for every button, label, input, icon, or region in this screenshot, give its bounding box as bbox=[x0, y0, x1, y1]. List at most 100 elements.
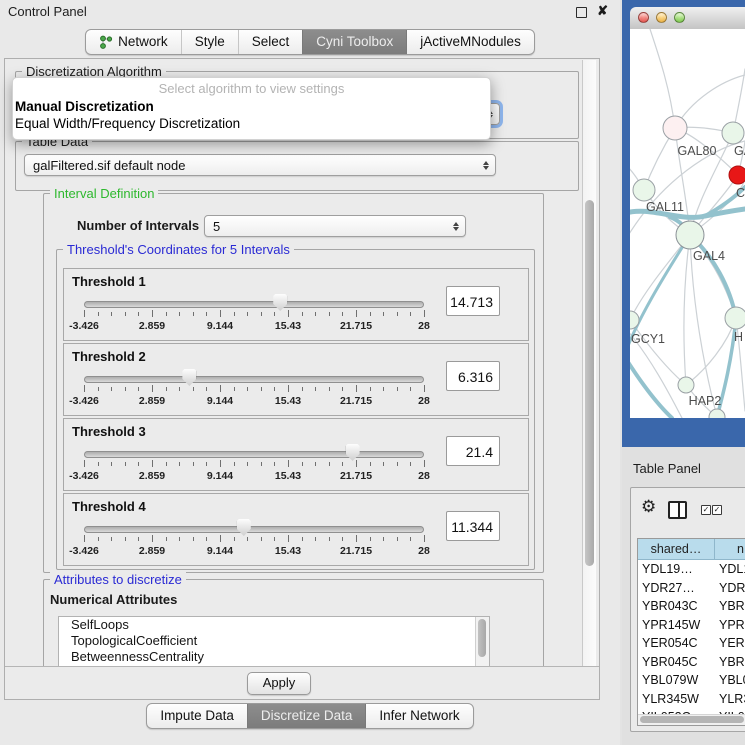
columns-icon[interactable] bbox=[668, 501, 687, 519]
threshold-1-slider[interactable]: -3.4262.8599.14415.4321.71528 bbox=[84, 293, 424, 337]
table-cell: YLR345W bbox=[638, 690, 714, 709]
table-cell: YBL079W bbox=[638, 671, 714, 690]
threshold-1-label: Threshold 1 bbox=[72, 274, 146, 289]
table-cell: YDR27… bbox=[638, 579, 714, 598]
panel-title: Control Panel bbox=[8, 4, 87, 19]
table-data-combobox[interactable]: galFiltered.sif default node bbox=[24, 154, 496, 176]
slider-thumb[interactable] bbox=[346, 444, 360, 461]
close-window-icon[interactable] bbox=[638, 12, 649, 23]
table-row[interactable]: YBL079WYBL0 bbox=[638, 671, 745, 690]
apply-button[interactable]: Apply bbox=[247, 672, 311, 695]
algorithm-option-manual[interactable]: Manual Discretization bbox=[13, 98, 490, 115]
table-row[interactable]: YPR145WYPR1 bbox=[638, 616, 745, 635]
slider-ticks bbox=[84, 310, 424, 319]
slider-tick-labels: -3.4262.8599.14415.4321.71528 bbox=[84, 470, 424, 482]
threshold-4-slider[interactable]: -3.4262.8599.14415.4321.71528 bbox=[84, 518, 424, 562]
scrollbar-thumb[interactable] bbox=[640, 716, 744, 723]
node-label: C bbox=[736, 186, 745, 200]
threshold-1-value-field[interactable]: 14.713 bbox=[446, 286, 500, 316]
chevron-updown-icon bbox=[483, 155, 489, 175]
table-cell: YDR2 bbox=[714, 579, 745, 598]
checkbox-icon[interactable]: ✓ bbox=[701, 505, 711, 515]
slider-rail bbox=[84, 376, 424, 383]
network-node[interactable] bbox=[722, 122, 744, 144]
zoom-window-icon[interactable] bbox=[674, 12, 685, 23]
scrollbar-thumb[interactable] bbox=[585, 200, 594, 566]
algorithm-placeholder-option: Select algorithm to view settings bbox=[13, 78, 490, 98]
table-row[interactable]: YDR27…YDR2 bbox=[638, 579, 745, 598]
algorithm-dropdown-popup: Select algorithm to view settings Manual… bbox=[12, 77, 491, 140]
network-node[interactable] bbox=[725, 307, 745, 329]
tab-jactivemnodules[interactable]: jActiveMNodules bbox=[406, 30, 534, 54]
slider-ticks bbox=[84, 535, 424, 544]
tab-style[interactable]: Style bbox=[181, 30, 238, 54]
tab-impute-data[interactable]: Impute Data bbox=[147, 704, 247, 728]
network-node[interactable] bbox=[676, 221, 704, 249]
threshold-3-slider[interactable]: -3.4262.8599.14415.4321.71528 bbox=[84, 443, 424, 487]
tab-cyni-toolbox[interactable]: Cyni Toolbox bbox=[302, 30, 406, 54]
network-node[interactable] bbox=[633, 179, 655, 201]
threshold-3-label: Threshold 3 bbox=[72, 424, 146, 439]
slider-tick-labels: -3.4262.8599.14415.4321.71528 bbox=[84, 320, 424, 332]
table-horizontal-scrollbar[interactable] bbox=[638, 714, 745, 725]
number-of-intervals-value: 5 bbox=[213, 219, 220, 234]
table-row[interactable]: YBR043CYBR0 bbox=[638, 597, 745, 616]
slider-thumb[interactable] bbox=[237, 519, 251, 536]
threshold-2-value-field[interactable]: 6.316 bbox=[446, 361, 500, 391]
attributes-group-title: Attributes to discretize bbox=[50, 572, 186, 587]
table-row[interactable]: YLR345WYLR3 bbox=[638, 690, 745, 709]
network-window-titlebar[interactable] bbox=[630, 7, 745, 30]
network-node[interactable] bbox=[663, 116, 687, 140]
minimize-window-icon[interactable] bbox=[656, 12, 667, 23]
table-panel-body: ⚙ ✓ ✓ shared… n YDL19…YDL1YDR27…YDR2YBR0… bbox=[630, 487, 745, 732]
float-panel-icon[interactable] bbox=[576, 7, 587, 18]
table-cell: YPR145W bbox=[638, 616, 714, 635]
table-data-group: Table Data galFiltered.sif default node bbox=[15, 141, 579, 191]
attribute-list-item[interactable]: BetweennessCentrality bbox=[59, 649, 489, 665]
attributes-list-scrollbar[interactable] bbox=[475, 617, 489, 666]
tab-network[interactable]: Network bbox=[86, 30, 181, 54]
column-header-name[interactable]: n bbox=[715, 539, 745, 559]
network-canvas[interactable]: GAL80GACGAL11GAL4HGCY1HAP2 bbox=[630, 29, 745, 418]
table-row[interactable]: YDL19…YDL1 bbox=[638, 560, 745, 579]
table-cell: YDL19… bbox=[638, 560, 714, 579]
threshold-3-value-field[interactable]: 21.4 bbox=[446, 436, 500, 466]
network-edge bbox=[675, 75, 745, 128]
network-node[interactable] bbox=[709, 409, 725, 418]
gear-icon[interactable]: ⚙ bbox=[641, 497, 656, 517]
threshold-4-panel: Threshold 4 -3.4262.8599.14415.4321.7152… bbox=[63, 493, 529, 566]
panel-footer: Apply bbox=[5, 666, 599, 698]
algorithm-option-equal-width[interactable]: Equal Width/Frequency Discretization bbox=[13, 115, 490, 132]
column-header-shared-name[interactable]: shared… bbox=[638, 539, 715, 559]
threshold-4-value-field[interactable]: 11.344 bbox=[446, 511, 500, 541]
numerical-attributes-list[interactable]: SelfLoopsTopologicalCoefficientBetweenne… bbox=[58, 616, 490, 666]
network-node[interactable] bbox=[678, 377, 694, 393]
table-cell: YER054C bbox=[638, 634, 714, 653]
table-cell: YBR045C bbox=[638, 653, 714, 672]
number-of-intervals-combobox[interactable]: 5 bbox=[204, 215, 466, 237]
slider-thumb[interactable] bbox=[273, 294, 287, 311]
table-row[interactable]: YBR045CYBR0 bbox=[638, 653, 745, 672]
tab-select[interactable]: Select bbox=[238, 30, 303, 54]
interval-definition-group: Interval Definition Number of Intervals … bbox=[43, 193, 544, 573]
network-edge bbox=[684, 235, 690, 385]
attribute-list-item[interactable]: SelfLoops bbox=[59, 617, 489, 633]
table-row[interactable]: YER054CYER0 bbox=[638, 634, 745, 653]
slider-thumb[interactable] bbox=[182, 369, 196, 386]
table-cell: YLR3 bbox=[714, 690, 745, 709]
slider-rail bbox=[84, 526, 424, 533]
threshold-2-slider[interactable]: -3.4262.8599.14415.4321.71528 bbox=[84, 368, 424, 412]
checkbox-icon[interactable]: ✓ bbox=[712, 505, 722, 515]
table-data-value: galFiltered.sif default node bbox=[33, 158, 185, 173]
table-header-row: shared… n bbox=[638, 539, 745, 560]
node-label: GAL4 bbox=[693, 249, 725, 263]
close-panel-icon[interactable]: ✘ bbox=[597, 3, 608, 19]
tab-infer-network[interactable]: Infer Network bbox=[365, 704, 472, 728]
panel-vertical-scrollbar[interactable] bbox=[582, 60, 596, 666]
scrollbar-thumb[interactable] bbox=[478, 619, 486, 657]
node-table: shared… n YDL19…YDL1YDR27…YDR2YBR043CYBR… bbox=[637, 538, 745, 726]
network-node[interactable] bbox=[729, 166, 745, 184]
attribute-list-item[interactable]: TopologicalCoefficient bbox=[59, 633, 489, 649]
tab-discretize-data[interactable]: Discretize Data bbox=[247, 704, 366, 728]
threshold-2-panel: Threshold 2 -3.4262.8599.14415.4321.7152… bbox=[63, 343, 529, 416]
